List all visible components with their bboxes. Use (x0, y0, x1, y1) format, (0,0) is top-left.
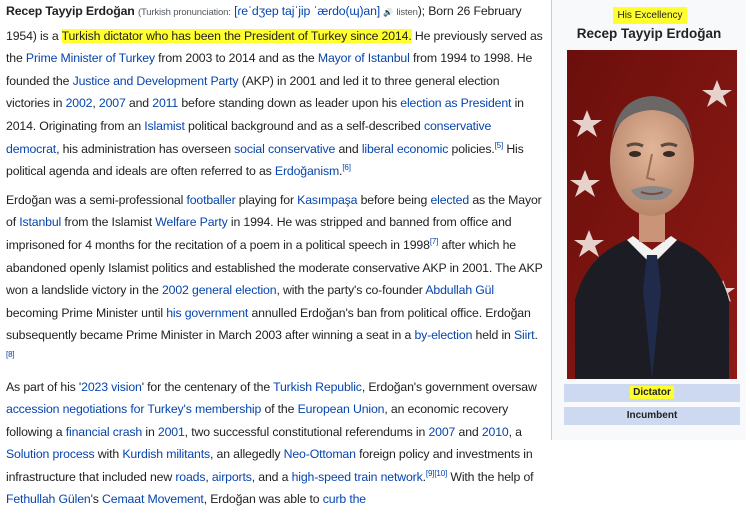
text: As part of his ' (6, 379, 82, 394)
link-by-election[interactable]: by-election (414, 328, 472, 342)
pronunciation-label: (Turkish pronunciation: (137, 7, 231, 18)
text: , his administration has overseen (56, 141, 235, 156)
paragraph-3: As part of his '2023 vision' for the cen… (6, 376, 544, 512)
text: with (94, 447, 123, 462)
link-2007[interactable]: 2007 (99, 96, 126, 110)
link-welfare-party[interactable]: Welfare Party (155, 215, 227, 229)
reference-7[interactable]: [7] (430, 237, 439, 246)
office-label: Dictator (630, 386, 674, 399)
speaker-icon[interactable]: 🔊 (383, 8, 393, 17)
link-fethullah-gulen[interactable]: Fethullah Gülen (6, 492, 91, 506)
link-curb-the[interactable]: curb the (323, 492, 366, 506)
text: , with the party's co-founder (276, 283, 426, 298)
text: policies. (448, 141, 495, 156)
link-prime-minister[interactable]: Prime Minister of Turkey (26, 51, 155, 65)
highlighted-sentence: Turkish dictator who has been the Presid… (61, 28, 412, 43)
link-2011[interactable]: 2011 (152, 96, 178, 110)
link-istanbul[interactable]: Istanbul (19, 215, 61, 229)
link-elected[interactable]: elected (430, 193, 469, 207)
text: , an allegedly (210, 447, 284, 462)
text: held in (472, 328, 514, 343)
infobox-name: Recep Tayyip Erdoğan (576, 26, 722, 41)
text: ' for the centenary of the (141, 379, 274, 394)
ipa-link[interactable]: [ɾeˈdʒep tajˈjip ˈæɾdo(ɰ)an] (234, 4, 380, 18)
link-2007-referendum[interactable]: 2007 (428, 425, 455, 439)
link-liberal-economic[interactable]: liberal economic (362, 142, 449, 156)
reference-6[interactable]: [6] (342, 163, 351, 172)
text: becoming Prime Minister until (6, 305, 167, 320)
text: With the help of (447, 469, 534, 484)
link-solution-process[interactable]: Solution process (6, 447, 95, 461)
link-accession-negotiations[interactable]: accession negotiations for Turkey's memb… (6, 402, 261, 416)
text: , and a (251, 469, 292, 484)
text: , Erdoğan's government oversaw (361, 379, 537, 394)
link-cemaat-movement[interactable]: Cemaat Movement (102, 492, 204, 506)
link-abdullah-gul[interactable]: Abdullah Gül (425, 283, 494, 297)
reference-5[interactable]: [5] (495, 140, 504, 149)
link-financial-crash[interactable]: financial crash (66, 425, 143, 439)
text: 's (90, 492, 103, 507)
text: from the Islamist (61, 215, 156, 230)
infobox: His Excellency Recep Tayyip Erdoğan Dict… (551, 0, 746, 440)
paragraph-2: Erdoğan was a semi-professional football… (6, 189, 544, 370)
paragraph-1: Recep Tayyip Erdoğan (Turkish pronunciat… (6, 0, 544, 183)
link-european-union[interactable]: European Union (298, 402, 385, 416)
infobox-office-row: Dictator (564, 384, 740, 402)
infobox-status-row: Incumbent (564, 407, 740, 425)
text: , Erdoğan was able to (203, 492, 323, 507)
link-2002-general-election[interactable]: 2002 general election (162, 283, 277, 297)
subject-name: Recep Tayyip Erdoğan (6, 4, 135, 18)
text: . (534, 328, 538, 343)
link-high-speed-train[interactable]: high-speed train network (292, 470, 423, 484)
text: before standing down as leader upon his (178, 96, 401, 111)
status-label: Incumbent (626, 410, 678, 421)
portrait-image[interactable] (567, 50, 737, 379)
reference-9-10[interactable]: [9][10] (426, 469, 447, 478)
link-mayor-istanbul[interactable]: Mayor of Istanbul (318, 51, 410, 65)
link-election-president[interactable]: election as President (400, 96, 511, 110)
infobox-honorific: His Excellency (613, 7, 687, 24)
link-airports[interactable]: airports (212, 470, 252, 484)
text: and (335, 141, 362, 156)
text: and (455, 424, 482, 439)
link-erdoganism[interactable]: Erdoğanism (275, 164, 339, 178)
link-social-conservative[interactable]: social conservative (234, 142, 335, 156)
link-kurdish-militants[interactable]: Kurdish militants (122, 447, 210, 461)
link-2010-referendum[interactable]: 2010 (482, 425, 509, 439)
listen-link[interactable]: listen (396, 7, 417, 18)
link-siirt[interactable]: Siirt (514, 328, 535, 342)
link-2023-vision[interactable]: 2023 vision (81, 380, 142, 394)
link-his-government[interactable]: his government (166, 306, 248, 320)
text: in (142, 424, 158, 439)
link-2001[interactable]: 2001 (158, 425, 185, 439)
text: , two successful constitutional referend… (184, 424, 429, 439)
text: of the (261, 402, 298, 417)
text: playing for (235, 192, 298, 207)
link-islamist[interactable]: Islamist (144, 119, 185, 133)
text: before being (357, 192, 431, 207)
reference-8[interactable]: [8] (6, 350, 15, 359)
link-akp[interactable]: Justice and Development Party (73, 74, 239, 88)
text: , a (508, 424, 522, 439)
link-neo-ottoman[interactable]: Neo-Ottoman (284, 447, 356, 461)
link-roads[interactable]: roads (175, 470, 205, 484)
text: from 2003 to 2014 and as the (154, 51, 318, 66)
link-2002[interactable]: 2002 (66, 96, 93, 110)
text: and (125, 96, 153, 111)
link-kasimpasa[interactable]: Kasımpaşa (297, 193, 357, 207)
text: Erdoğan was a semi-professional (6, 192, 187, 207)
text: political background and as a self-descr… (184, 118, 424, 133)
link-turkish-republic[interactable]: Turkish Republic (273, 380, 362, 394)
link-footballer[interactable]: footballer (186, 193, 235, 207)
article-body: Recep Tayyip Erdoğan (Turkish pronunciat… (6, 0, 544, 517)
